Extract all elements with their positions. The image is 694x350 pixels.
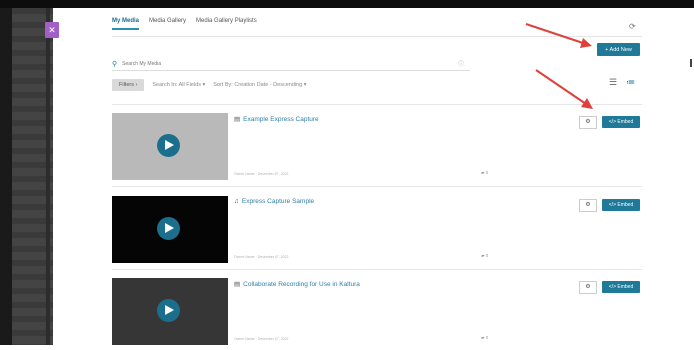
search-input[interactable]: Search My Media bbox=[122, 61, 161, 67]
sidebar-panel bbox=[12, 8, 53, 345]
comments-count: ▰ 0 bbox=[481, 170, 489, 175]
media-thumbnail[interactable] bbox=[112, 278, 228, 345]
annotation-arrow-icon bbox=[535, 69, 593, 109]
embed-button[interactable]: </> Embed bbox=[602, 281, 640, 293]
media-title[interactable]: ▤ Example Express Capture bbox=[234, 115, 319, 124]
search-bar[interactable]: ⚲ Search My Media ⓘ bbox=[112, 57, 470, 71]
search-icon: ⚲ bbox=[112, 60, 118, 68]
tab-media-gallery[interactable]: Media Gallery bbox=[149, 18, 186, 30]
media-meta: Owner Name · December 07, 2022 bbox=[234, 255, 289, 259]
media-meta: Owner Name · December 07, 2022 bbox=[234, 172, 289, 176]
video-icon: ▤ bbox=[234, 116, 241, 123]
sidebar-toggle-button[interactable]: ✕ bbox=[45, 22, 59, 38]
detailed-view-icon[interactable]: ≔ bbox=[626, 77, 635, 88]
media-title[interactable]: ♫ Express Capture Sample bbox=[234, 198, 314, 205]
media-row: ▤ Example Express Capture Owner Name · D… bbox=[112, 113, 642, 185]
media-meta: Owner Name · December 07, 2022 bbox=[234, 337, 289, 341]
play-icon[interactable] bbox=[157, 299, 180, 322]
media-row: ▤ Collaborate Recording for Use in Kaltu… bbox=[112, 278, 642, 350]
media-row: ♫ Express Capture Sample Owner Name · De… bbox=[112, 196, 642, 268]
tab-media-gallery-playlists[interactable]: Media Gallery Playlists bbox=[196, 18, 257, 30]
row-divider bbox=[112, 186, 642, 187]
embed-button[interactable]: </> Embed bbox=[602, 199, 640, 211]
comments-count: ▰ 0 bbox=[481, 253, 489, 258]
list-view-icon[interactable]: ☰ bbox=[609, 77, 617, 88]
play-icon[interactable] bbox=[157, 217, 180, 240]
add-new-button[interactable]: + Add New bbox=[597, 43, 640, 56]
annotation-arrow-icon bbox=[525, 23, 592, 48]
refresh-icon[interactable]: ⟳ bbox=[629, 22, 636, 31]
info-icon[interactable]: ⓘ bbox=[458, 59, 464, 68]
window-top-border bbox=[0, 0, 694, 8]
embed-button[interactable]: </> Embed bbox=[602, 116, 640, 128]
play-icon[interactable] bbox=[157, 134, 180, 157]
video-icon: ▤ bbox=[234, 281, 241, 288]
settings-button[interactable]: ⚙ bbox=[579, 199, 597, 212]
sidebar-dark bbox=[0, 8, 12, 345]
filter-row: Filters › Search In: All Fields ▾ Sort B… bbox=[112, 79, 307, 91]
row-divider bbox=[112, 269, 642, 270]
right-edge bbox=[688, 8, 694, 345]
filters-button[interactable]: Filters › bbox=[112, 79, 145, 91]
settings-button[interactable]: ⚙ bbox=[579, 116, 597, 129]
media-thumbnail[interactable] bbox=[112, 196, 228, 263]
media-title[interactable]: ▤ Collaborate Recording for Use in Kaltu… bbox=[234, 280, 360, 289]
view-toggles: ☰ ≔ bbox=[609, 77, 635, 88]
media-tabs: My Media Media Gallery Media Gallery Pla… bbox=[112, 18, 257, 30]
search-in-dropdown[interactable]: Search In: All Fields ▾ bbox=[152, 82, 205, 88]
media-thumbnail[interactable] bbox=[112, 113, 228, 180]
tab-my-media[interactable]: My Media bbox=[112, 18, 140, 30]
comments-count: ▰ 0 bbox=[481, 335, 489, 340]
audio-icon: ♫ bbox=[234, 198, 239, 205]
sort-by-dropdown[interactable]: Sort By: Creation Date - Descending ▾ bbox=[213, 82, 306, 88]
settings-button[interactable]: ⚙ bbox=[579, 281, 597, 294]
